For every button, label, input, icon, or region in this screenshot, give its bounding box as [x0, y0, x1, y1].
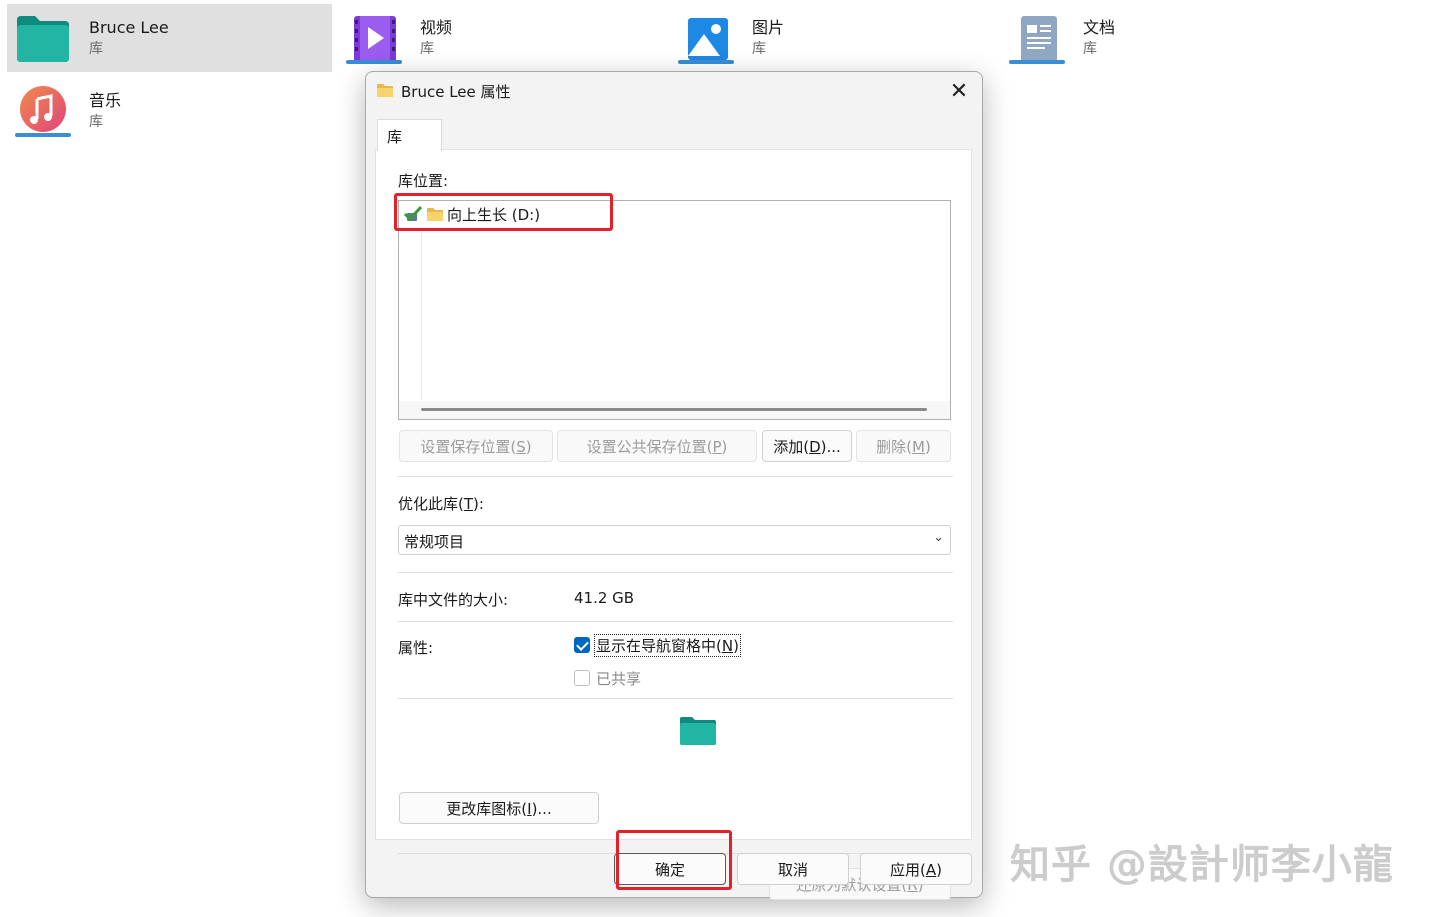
library-name: 文档 [1083, 18, 1116, 37]
button-label: 更改库图标(I)... [446, 799, 552, 818]
library-type: 库 [89, 41, 103, 57]
tab-library[interactable]: 库 [377, 119, 442, 151]
ok-button[interactable]: 确定 [614, 853, 726, 885]
library-tile-music[interactable]: 音乐 库 [7, 77, 332, 145]
library-properties-dialog: Bruce Lee 属性 ✕ 库 库位置: 向上生长 (D:) 设置保存位置(S… [365, 71, 983, 900]
remove-location-button[interactable]: 删除(M) [856, 430, 951, 462]
select-value: 常规项目 [404, 533, 465, 551]
library-tile-pictures[interactable]: 图片 库 [670, 4, 990, 72]
library-type: 库 [1083, 41, 1097, 57]
button-label: 删除(M) [876, 437, 931, 456]
list-divider [421, 229, 422, 399]
library-name: 视频 [420, 18, 453, 37]
close-button[interactable]: ✕ [936, 72, 982, 110]
library-type: 库 [420, 41, 434, 57]
location-name: 向上生长 (D:) [447, 205, 541, 224]
pictures-library-icon [678, 10, 738, 66]
attributes-label: 属性: [398, 639, 434, 657]
folder-icon [426, 207, 444, 222]
cancel-button[interactable]: 取消 [737, 853, 849, 885]
size-value: 41.2 GB [574, 589, 635, 607]
library-name: Bruce Lee [89, 18, 169, 37]
show-in-nav-checkbox[interactable] [574, 637, 590, 653]
shared-label: 已共享 [596, 670, 642, 688]
tab-panel: 库位置: 向上生长 (D:) 设置保存位置(S) 设置公共保存位置(P) 添加(… [375, 149, 972, 900]
watermark: 知乎 @設計师李小龍 [1010, 842, 1394, 888]
button-label: 添加(D)... [773, 437, 841, 456]
button-label: 确定 [654, 860, 685, 879]
list-item[interactable]: 向上生长 (D:) [403, 203, 540, 225]
set-save-location-button[interactable]: 设置保存位置(S) [399, 430, 553, 462]
button-label: 取消 [777, 860, 808, 879]
documents-library-icon [1009, 10, 1069, 66]
locations-label: 库位置: [398, 172, 449, 190]
library-locations-list[interactable]: 向上生长 (D:) [398, 200, 951, 420]
dialog-titlebar[interactable]: Bruce Lee 属性 ✕ [366, 72, 982, 110]
divider [398, 698, 953, 699]
add-location-button[interactable]: 添加(D)... [762, 430, 852, 462]
green-folder-icon [15, 10, 75, 66]
folder-icon [377, 84, 393, 97]
change-library-icon-button[interactable]: 更改库图标(I)... [399, 792, 599, 824]
show-in-nav-label[interactable]: 显示在导航窗格中(N) [594, 634, 741, 657]
optimize-label: 优化此库(T): [398, 495, 484, 513]
button-label: 设置保存位置(S) [420, 437, 532, 456]
library-tile-documents[interactable]: 文档 库 [1001, 4, 1321, 72]
set-public-save-location-button[interactable]: 设置公共保存位置(P) [557, 430, 757, 462]
optimize-library-select[interactable]: 常规项目 ⌄ [398, 525, 951, 555]
chevron-down-icon: ⌄ [933, 530, 944, 545]
scrollbar-thumb[interactable] [421, 408, 927, 411]
library-type: 库 [89, 114, 103, 130]
size-label: 库中文件的大小: [398, 591, 509, 609]
library-name: 音乐 [89, 91, 122, 110]
divider [398, 572, 953, 573]
close-icon: ✕ [949, 78, 969, 104]
library-folder-icon [680, 717, 716, 745]
library-name: 图片 [752, 18, 785, 37]
apply-button[interactable]: 应用(A) [860, 853, 972, 885]
dialog-title: Bruce Lee 属性 [401, 83, 511, 101]
library-type: 库 [752, 41, 766, 57]
music-library-icon [15, 83, 75, 139]
divider [398, 476, 953, 477]
video-library-icon [346, 10, 406, 66]
divider [398, 621, 953, 622]
button-label: 应用(A) [890, 860, 942, 879]
button-label: 设置公共保存位置(P) [586, 437, 728, 456]
library-tile-bruce-lee[interactable]: Bruce Lee 库 [7, 4, 332, 72]
horizontal-scrollbar[interactable] [399, 401, 950, 419]
shared-checkbox[interactable] [574, 670, 590, 686]
default-save-location-check-icon [403, 204, 423, 224]
library-tile-videos[interactable]: 视频 库 [338, 4, 658, 72]
